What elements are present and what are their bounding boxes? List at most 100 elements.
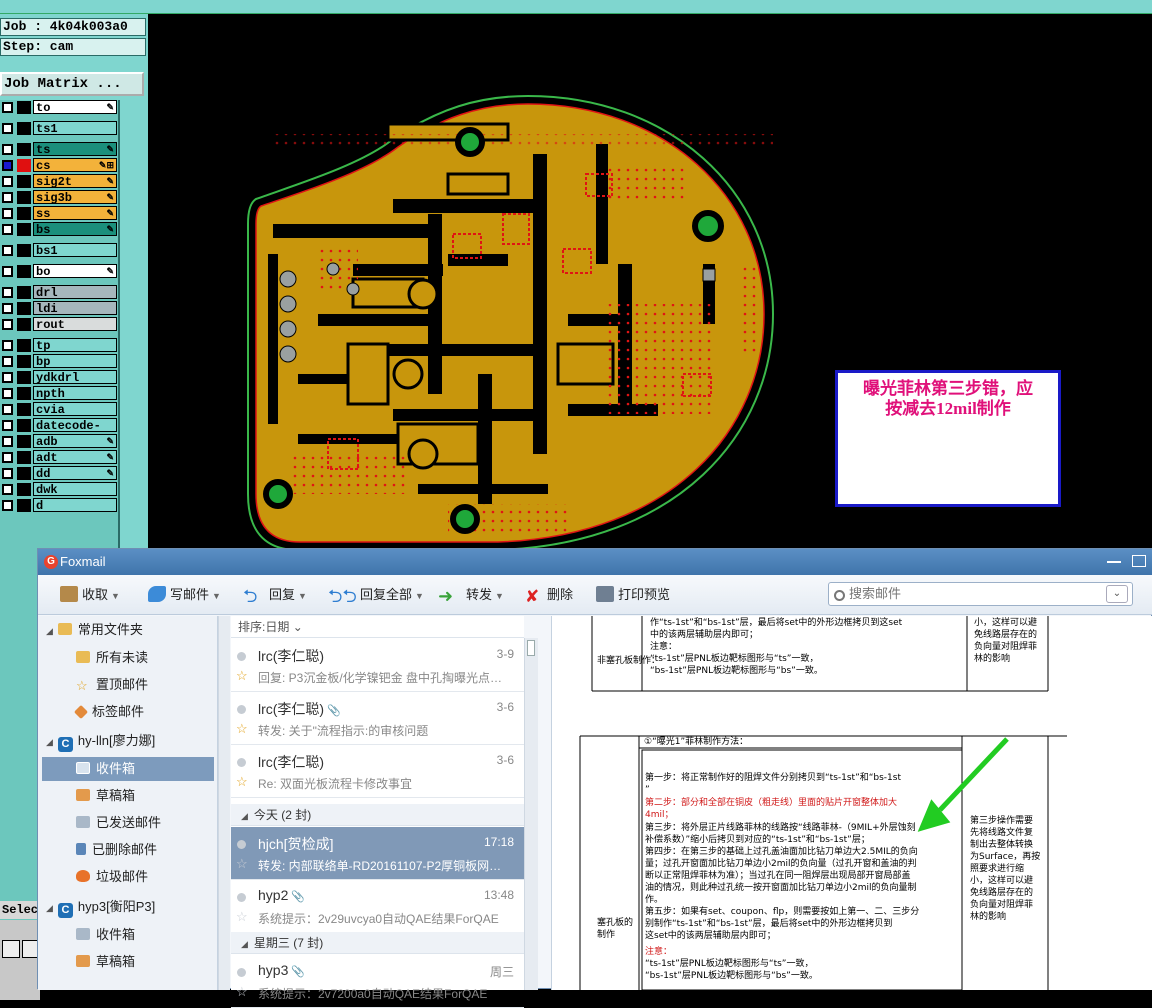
layer-checkbox[interactable] [2, 192, 13, 203]
reply-dropdown-icon[interactable]: ▼ [298, 591, 307, 601]
layer-indicator[interactable] [17, 387, 31, 400]
read-status-dot-icon[interactable] [237, 652, 246, 661]
layer-checkbox[interactable] [2, 224, 13, 235]
layer-indicator[interactable] [17, 191, 31, 204]
collapse-triangle-icon[interactable]: ◢ [241, 805, 248, 827]
reading-pane[interactable]: 作“ts-1st”和“bs-1st”层，最后将set中的外形边框拷贝到这set 中… [551, 616, 1152, 990]
layer-row-adb[interactable]: adb ✎ [0, 434, 118, 449]
receive-dropdown-icon[interactable]: ▼ [111, 591, 120, 601]
layer-indicator[interactable] [17, 451, 31, 464]
star-icon[interactable]: ☆ [236, 856, 248, 872]
layer-checkbox[interactable] [2, 176, 13, 187]
layer-name[interactable]: tp [33, 338, 117, 353]
folder-inbox-2[interactable]: 收件箱 [76, 923, 135, 947]
layer-row-ydkdrl[interactable]: ydkdrl [0, 370, 118, 385]
message-item[interactable]: hjch[贺检成] 17:18 ☆ 转发: 内部联络单-RD20161107-P2厚铜… [231, 827, 524, 880]
message-item[interactable]: lrc(李仁聪) 📎 3-6 ☆ 转发: 关于"流程指示:的审核问题 [231, 692, 524, 745]
layer-checkbox[interactable] [2, 452, 13, 463]
layer-name[interactable]: sig3b ✎ [33, 190, 117, 205]
layer-indicator[interactable] [17, 403, 31, 416]
layer-checkbox[interactable] [2, 319, 13, 330]
folder-pinned[interactable]: ☆ 置顶邮件 [76, 673, 148, 697]
layer-checkbox[interactable] [2, 500, 13, 511]
layer-indicator[interactable] [17, 302, 31, 315]
layer-name[interactable]: sig2t ✎ [33, 174, 117, 189]
layer-name[interactable]: adb ✎ [33, 434, 117, 449]
layer-row-npth[interactable]: npth [0, 386, 118, 401]
layer-checkbox[interactable] [2, 102, 13, 113]
receive-button[interactable]: 收取 ▼ [60, 585, 120, 605]
layer-indicator[interactable] [17, 355, 31, 368]
message-item[interactable]: hyp2 📎 13:48 ☆ 系统提示：2v29uvcya0自动QAE结果ForQAE [231, 880, 524, 933]
layer-name[interactable]: ydkdrl [33, 370, 117, 385]
layer-name[interactable]: cvia [33, 402, 117, 417]
layer-row-sig2t[interactable]: sig2t ✎ [0, 174, 118, 189]
reply-all-dropdown-icon[interactable]: ▼ [415, 591, 424, 601]
message-item[interactable]: lrc(李仁聪) 3-6 ☆ Re: 双面光板流程卡修改事宜 [231, 745, 524, 798]
layer-row-ts[interactable]: ts ✎ [0, 142, 118, 157]
layer-indicator[interactable] [17, 223, 31, 236]
collapse-triangle-icon[interactable]: ◢ [46, 896, 53, 920]
select-label[interactable]: Select [0, 901, 45, 919]
layer-name[interactable]: dwk [33, 482, 117, 497]
layer-checkbox[interactable] [2, 468, 13, 479]
star-icon[interactable]: ☆ [236, 774, 248, 790]
star-icon[interactable]: ☆ [236, 984, 248, 1000]
layer-checkbox[interactable] [2, 372, 13, 383]
layer-row-datecode-pbc[interactable]: datecode-pbc [0, 418, 118, 447]
forward-button[interactable]: ➜ 转发 ▼ [438, 585, 504, 605]
read-status-dot-icon[interactable] [237, 758, 246, 767]
layer-name[interactable]: bo ✎ [33, 264, 117, 279]
account-hy-lln[interactable]: ◢ Chy-lln[廖力娜] [46, 729, 155, 753]
collapse-triangle-icon[interactable]: ◢ [46, 730, 53, 754]
layer-name[interactable]: ss ✎ [33, 206, 117, 221]
layer-indicator[interactable] [17, 499, 31, 512]
print-preview-button[interactable]: 打印预览 [596, 585, 670, 605]
layer-checkbox[interactable] [2, 208, 13, 219]
layer-checkbox[interactable] [2, 245, 13, 256]
star-icon[interactable]: ☆ [236, 668, 248, 684]
layer-indicator[interactable] [17, 265, 31, 278]
layer-name[interactable]: bs1 [33, 243, 117, 258]
delete-button[interactable]: ✘ 删除 [525, 585, 573, 605]
folder-tagged[interactable]: 标签邮件 [73, 700, 144, 724]
layer-row-adt[interactable]: adt ✎ [0, 450, 118, 465]
zoom-tool-button[interactable] [2, 940, 20, 958]
layer-row-rout[interactable]: rout [0, 317, 118, 332]
compose-button[interactable]: 写邮件 ▼ [148, 585, 221, 605]
layer-checkbox[interactable] [2, 484, 13, 495]
layer-name[interactable]: d [33, 498, 117, 513]
search-input[interactable]: 搜索邮件 [828, 582, 1133, 606]
layer-row-tp[interactable]: tp [0, 338, 118, 353]
layer-row-d[interactable]: d [0, 498, 118, 513]
layer-checkbox[interactable] [2, 160, 13, 171]
layer-checkbox[interactable] [2, 287, 13, 298]
layer-name[interactable]: ldi [33, 301, 117, 316]
folder-junk[interactable]: 垃圾邮件 [76, 865, 148, 889]
layer-name[interactable]: npth [33, 386, 117, 401]
folder-deleted[interactable]: 已删除邮件 [76, 838, 157, 862]
date-group-wednesday[interactable]: ◢ 星期三 (7 封) [231, 932, 524, 954]
layer-indicator[interactable] [17, 159, 31, 172]
layer-row-sig3b[interactable]: sig3b ✎ [0, 190, 118, 205]
layer-indicator[interactable] [17, 371, 31, 384]
layer-indicator[interactable] [17, 207, 31, 220]
minimize-icon[interactable] [1107, 555, 1121, 563]
message-item[interactable]: hyp3 📎 周三 ☆ 系统提示：2v7200a0自动QAE结果ForQAE [231, 955, 524, 1008]
layer-indicator[interactable] [17, 122, 31, 135]
layer-name[interactable]: bs ✎ [33, 222, 117, 237]
layer-checkbox[interactable] [2, 404, 13, 415]
layer-name[interactable]: dd ✎ [33, 466, 117, 481]
layer-name[interactable]: ts ✎ [33, 142, 117, 157]
layer-checkbox[interactable] [2, 144, 13, 155]
layer-checkbox[interactable] [2, 340, 13, 351]
layer-name[interactable]: ts1 [33, 121, 117, 136]
layer-row-bp[interactable]: bp [0, 354, 118, 369]
layer-indicator[interactable] [17, 435, 31, 448]
layer-checkbox[interactable] [2, 420, 13, 431]
layer-name[interactable]: to ✎ [33, 100, 117, 115]
layer-checkbox[interactable] [2, 356, 13, 367]
layer-indicator[interactable] [17, 419, 31, 432]
layer-indicator[interactable] [17, 101, 31, 114]
layer-row-bo[interactable]: bo ✎ [0, 264, 118, 279]
